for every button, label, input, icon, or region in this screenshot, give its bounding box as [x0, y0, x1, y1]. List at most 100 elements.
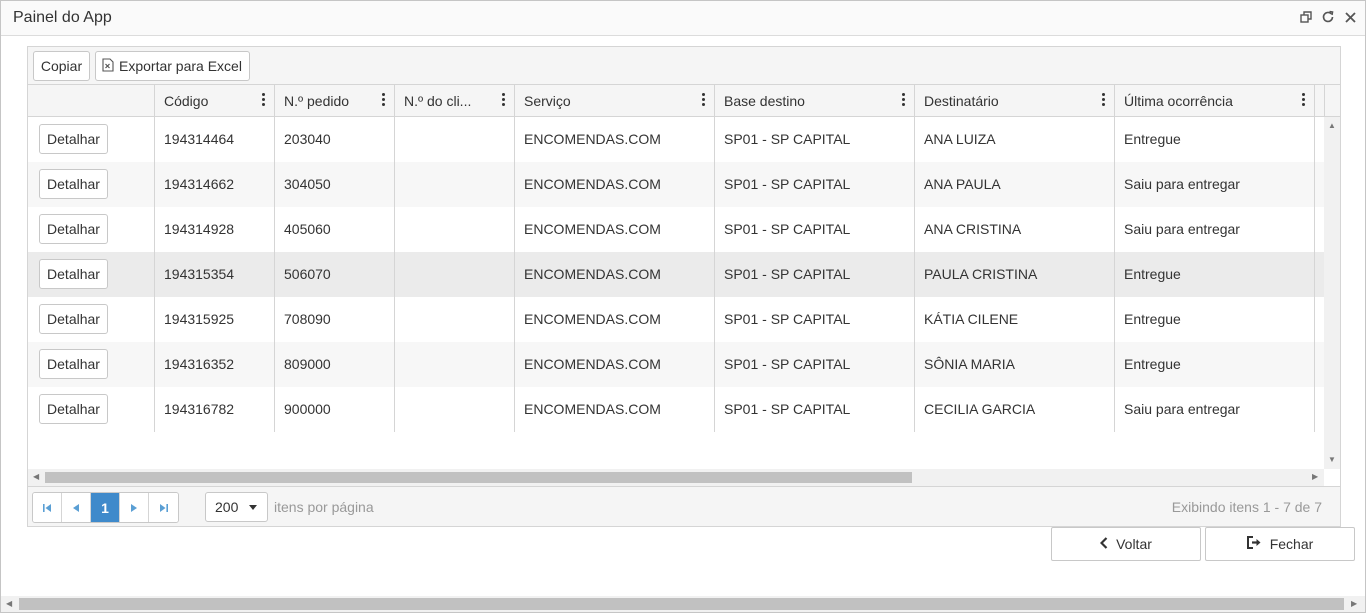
cell-base-destino: SP01 - SP CAPITAL	[714, 162, 914, 207]
cell-ultima-ocorrencia: Entregue	[1114, 252, 1314, 297]
cell-text: ENCOMENDAS.COM	[524, 131, 661, 147]
column-header-base-destino[interactable]: Base destino	[714, 85, 914, 116]
cell-filler	[1314, 342, 1324, 387]
cell-text: 304050	[284, 176, 331, 192]
cell-text: Entregue	[1124, 131, 1181, 147]
cell-destinatario: SÔNIA MARIA	[914, 342, 1114, 387]
cell-servico: ENCOMENDAS.COM	[514, 342, 714, 387]
page-scroll-thumb[interactable]	[19, 598, 1344, 610]
cell-pedido: 203040	[274, 117, 394, 162]
cell-text: Saiu para entregar	[1124, 221, 1240, 237]
column-header-destinatario[interactable]: Destinatário	[914, 85, 1114, 116]
column-header-filler	[1314, 85, 1324, 116]
cell-text: SP01 - SP CAPITAL	[724, 131, 851, 147]
detail-button[interactable]: Detalhar	[39, 169, 108, 199]
cell-text: 405060	[284, 221, 331, 237]
cell-actions: Detalhar	[28, 117, 154, 162]
column-menu-icon[interactable]	[1302, 92, 1306, 108]
cell-filler	[1314, 297, 1324, 342]
scroll-up-icon[interactable]: ▲	[1328, 121, 1336, 130]
first-page-icon[interactable]	[33, 493, 62, 522]
cell-text: SP01 - SP CAPITAL	[724, 311, 851, 327]
column-header-servico[interactable]: Serviço	[514, 85, 714, 116]
vertical-scrollbar[interactable]: ▲ ▼	[1324, 117, 1340, 469]
cell-actions: Detalhar	[28, 207, 154, 252]
table-row[interactable]: Detalhar 194314928 405060 ENCOMENDAS.COM SP0…	[28, 207, 1324, 252]
cell-base-destino: SP01 - SP CAPITAL	[714, 252, 914, 297]
detail-button[interactable]: Detalhar	[39, 214, 108, 244]
cell-pedido: 809000	[274, 342, 394, 387]
last-page-icon[interactable]	[149, 493, 178, 522]
window-controls	[1297, 8, 1359, 26]
next-page-icon[interactable]	[120, 493, 149, 522]
page-size-select[interactable]: 200	[205, 492, 268, 522]
column-header-codigo[interactable]: Código	[154, 85, 274, 116]
cell-text: 194315354	[164, 266, 235, 282]
cell-ultima-ocorrencia: Entregue	[1114, 117, 1314, 162]
column-menu-icon[interactable]	[262, 92, 266, 108]
table-row[interactable]: Detalhar 194316782 900000 ENCOMENDAS.COM SP0…	[28, 387, 1324, 432]
column-header-pedido[interactable]: N.º pedido	[274, 85, 394, 116]
column-header-label: Base destino	[724, 93, 805, 109]
cell-pedido: 506070	[274, 252, 394, 297]
cell-codigo: 194314662	[154, 162, 274, 207]
column-header-cliente[interactable]: N.º do cli...	[394, 85, 514, 116]
detail-button[interactable]: Detalhar	[39, 259, 108, 289]
column-menu-icon[interactable]	[382, 92, 386, 108]
refresh-icon[interactable]	[1319, 8, 1337, 26]
cell-text: CECILIA GARCIA	[924, 401, 1036, 417]
column-header-ultima-ocorrencia[interactable]: Última ocorrência	[1114, 85, 1314, 116]
cell-text: ENCOMENDAS.COM	[524, 356, 661, 372]
scroll-left-icon[interactable]: ◀	[33, 472, 39, 481]
cell-servico: ENCOMENDAS.COM	[514, 387, 714, 432]
cell-destinatario: KÁTIA CILENE	[914, 297, 1114, 342]
column-header-label: Destinatário	[924, 93, 999, 109]
horizontal-scrollbar[interactable]: ◀ ▶	[28, 469, 1324, 486]
table-row[interactable]: Detalhar 194315925 708090 ENCOMENDAS.COM SP0…	[28, 297, 1324, 342]
cell-actions: Detalhar	[28, 162, 154, 207]
chevron-left-icon	[1100, 536, 1108, 552]
detail-button[interactable]: Detalhar	[39, 349, 108, 379]
column-header-label: Serviço	[524, 93, 571, 109]
scroll-right-icon[interactable]: ▶	[1312, 472, 1318, 481]
scroll-down-icon[interactable]: ▼	[1328, 455, 1336, 464]
sign-out-icon	[1246, 536, 1262, 552]
page-scroll-right-icon[interactable]: ▶	[1351, 599, 1357, 608]
horizontal-scroll-thumb[interactable]	[45, 472, 912, 483]
page-scroll-left-icon[interactable]: ◀	[6, 599, 12, 608]
detail-button[interactable]: Detalhar	[39, 394, 108, 424]
cell-filler	[1314, 207, 1324, 252]
cell-pedido: 304050	[274, 162, 394, 207]
pager-info: Exibindo itens 1 - 7 de 7	[1171, 499, 1322, 515]
cell-actions: Detalhar	[28, 387, 154, 432]
cell-codigo: 194315925	[154, 297, 274, 342]
prev-page-icon[interactable]	[62, 493, 91, 522]
table-row[interactable]: Detalhar 194314662 304050 ENCOMENDAS.COM SP0…	[28, 162, 1324, 207]
page-horizontal-scrollbar[interactable]: ◀ ▶	[1, 596, 1365, 612]
cell-text: 506070	[284, 266, 331, 282]
table-row[interactable]: Detalhar 194315354 506070 ENCOMENDAS.COM SP0…	[28, 252, 1324, 297]
close-icon[interactable]	[1341, 8, 1359, 26]
column-menu-icon[interactable]	[1102, 92, 1106, 108]
cell-pedido: 405060	[274, 207, 394, 252]
page-size-value: 200	[215, 499, 239, 515]
cell-text: 900000	[284, 401, 331, 417]
column-menu-icon[interactable]	[902, 92, 906, 108]
copy-button[interactable]: Copiar	[33, 51, 90, 81]
table-row[interactable]: Detalhar 194316352 809000 ENCOMENDAS.COM SP0…	[28, 342, 1324, 387]
excel-file-icon	[102, 57, 114, 75]
back-button[interactable]: Voltar	[1051, 527, 1201, 561]
cell-ultima-ocorrencia: Entregue	[1114, 297, 1314, 342]
page-button-current[interactable]: 1	[91, 493, 120, 522]
column-menu-icon[interactable]	[502, 92, 506, 108]
cell-destinatario: ANA LUIZA	[914, 117, 1114, 162]
detail-button[interactable]: Detalhar	[39, 304, 108, 334]
detail-button[interactable]: Detalhar	[39, 124, 108, 154]
restore-icon[interactable]	[1297, 8, 1315, 26]
cell-filler	[1314, 252, 1324, 297]
table-row[interactable]: Detalhar 194314464 203040 ENCOMENDAS.COM SP0…	[28, 117, 1324, 162]
export-excel-button[interactable]: Exportar para Excel	[95, 51, 250, 81]
column-menu-icon[interactable]	[702, 92, 706, 108]
cell-servico: ENCOMENDAS.COM	[514, 207, 714, 252]
close-button[interactable]: Fechar	[1205, 527, 1355, 561]
